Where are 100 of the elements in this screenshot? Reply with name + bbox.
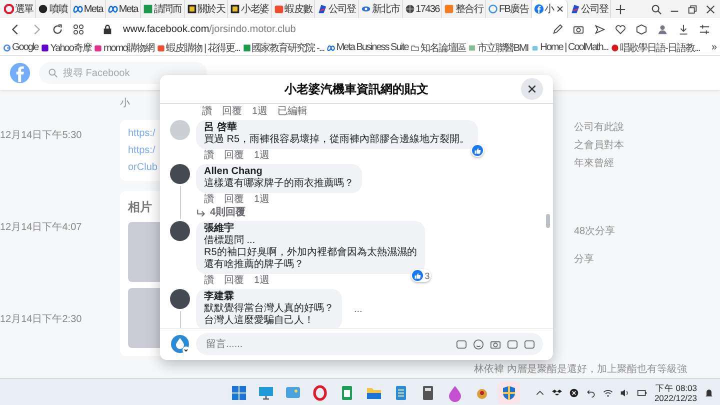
site-icon — [611, 44, 620, 52]
close-icon[interactable] — [527, 84, 537, 94]
address-field[interactable]: www.facebook.com/jorsindo.motor.club — [123, 24, 296, 34]
more-bookmarks-button[interactable]: » — [711, 42, 717, 53]
bookmark-link[interactable]: 唱歌學日語-日語教... — [611, 40, 700, 54]
grid-icon[interactable] — [73, 24, 84, 34]
bookmark-link[interactable]: Yahoo奇摩 — [41, 40, 92, 54]
avatar-photo[interactable] — [170, 289, 190, 309]
volume-icon[interactable] — [620, 388, 630, 398]
camera-icon[interactable] — [490, 338, 501, 350]
send-icon[interactable] — [594, 24, 605, 34]
camera-icon[interactable] — [573, 24, 584, 34]
site-icon — [534, 4, 544, 14]
notification-icon[interactable] — [704, 388, 714, 398]
search-icon — [48, 68, 58, 78]
comment-author[interactable]: 張維宇 — [204, 223, 417, 235]
reaction-badge[interactable]: 3 — [410, 269, 431, 282]
like-icon — [472, 145, 483, 156]
bookmark-link[interactable]: Home | CoolMath... — [531, 42, 608, 53]
site-icon — [444, 4, 454, 14]
comment-text: 這樣還有哪家牌子的雨衣推薦嗎？ — [204, 178, 354, 190]
avatar-photo[interactable] — [170, 221, 190, 241]
comment-author[interactable]: 李建霖 — [204, 291, 334, 303]
comment-action[interactable]: 1週 — [252, 106, 268, 118]
more-options-button[interactable]: ... — [354, 304, 362, 315]
cube-icon[interactable] — [636, 24, 647, 34]
bookmark-link[interactable]: momo購物網 — [94, 40, 154, 54]
site-icon — [570, 4, 580, 14]
close-icon[interactable] — [705, 4, 716, 14]
clock-time[interactable]: 下午 08:03 — [655, 382, 697, 392]
share-count: 48次分享 — [574, 224, 616, 238]
reload-icon[interactable] — [52, 24, 63, 34]
settings-icon[interactable] — [699, 24, 710, 34]
site-icon — [108, 4, 118, 14]
comment-author[interactable]: Allen Chang — [204, 166, 354, 178]
comment-action[interactable]: 讚 — [204, 275, 214, 287]
download-icon[interactable] — [678, 24, 689, 34]
windows-logo-icon — [230, 384, 248, 402]
site-icon — [404, 4, 415, 14]
close-circle-icon[interactable] — [569, 388, 580, 398]
site-icon — [274, 4, 284, 14]
site-icon — [468, 44, 476, 52]
comment-action[interactable]: 1週 — [254, 194, 270, 206]
comment-text: 買過 R5，雨褲很容易壞掉，從雨褲內部膠合邊線地方裂開。 — [204, 134, 470, 146]
comment-action[interactable]: 讚 — [202, 106, 212, 118]
bookmark-link[interactable]: 知名論壇區 — [411, 40, 466, 54]
post-text: 公司有此說 — [574, 120, 625, 134]
bookmark-link[interactable]: 蝦皮購物 | 花得更... — [157, 40, 240, 54]
close-icon[interactable] — [554, 4, 565, 14]
comment-action[interactable]: 回覆 — [224, 194, 244, 206]
profile-icon[interactable] — [657, 24, 668, 34]
emoji-icon[interactable] — [473, 338, 484, 350]
restore-icon[interactable] — [687, 4, 698, 14]
comment-action[interactable]: 已編輯 — [278, 106, 308, 118]
profile-avatar-icon[interactable] — [170, 334, 190, 354]
site-icon — [157, 44, 166, 52]
comment-text: 借標題問 ... — [204, 235, 256, 246]
page-name: 小 — [120, 96, 131, 110]
site-icon — [360, 4, 371, 14]
box-icon[interactable] — [552, 388, 562, 398]
comment-action[interactable]: 回覆 — [224, 275, 244, 287]
comment-action[interactable]: 1週 — [254, 275, 270, 287]
site-icon — [38, 4, 48, 14]
comment-text: 還有啥推薦的牌子嗎？ — [204, 259, 305, 271]
undo-icon[interactable] — [586, 388, 596, 398]
site-icon — [242, 44, 251, 52]
battery-icon[interactable] — [637, 388, 648, 398]
close-button[interactable] — [521, 78, 543, 100]
section-title: 相片 — [128, 199, 152, 216]
bookmark-link[interactable]: 國家教育研究院 -... — [242, 40, 324, 54]
dialog-title: 小老婆汽機車資訊網的貼文 — [284, 80, 428, 98]
heart-icon[interactable] — [615, 24, 626, 34]
site-icon — [327, 44, 336, 52]
avatar-photo[interactable] — [170, 164, 190, 184]
bookmark-link[interactable]: Meta Business Suite — [327, 42, 408, 53]
taskbar-app[interactable] — [498, 382, 520, 404]
bookmark-link[interactable]: 市立聯醫BMI — [468, 40, 528, 54]
comment-text: 台灣人這麼愛騙自己人！ — [204, 315, 315, 327]
browser-tab[interactable]: 小 — [532, 0, 568, 18]
site-icon — [186, 4, 197, 14]
comment-action[interactable]: 回覆 — [224, 150, 244, 162]
comment-action[interactable]: 讚 — [204, 194, 214, 206]
post-text: 年來曾經 — [574, 156, 615, 170]
comment-action[interactable]: 回覆 — [222, 106, 242, 118]
timestamp: 12月14日下午4:07 — [0, 221, 83, 234]
bookmark-link[interactable]: Google — [3, 42, 38, 53]
reaction-badge[interactable] — [470, 144, 484, 157]
view-replies-link[interactable]: 4則回覆 — [196, 207, 362, 219]
new-tab-icon[interactable] — [615, 4, 626, 14]
site-icon — [317, 4, 328, 14]
wifi-icon[interactable] — [603, 388, 614, 398]
comment-author[interactable]: 呂 啓華 — [204, 122, 470, 134]
comment-action[interactable]: 1週 — [254, 150, 270, 162]
timestamp: 12月14日下午5:30 — [0, 129, 83, 142]
edit-icon[interactable] — [552, 24, 563, 34]
post-text: 之會員對本 — [574, 138, 625, 152]
search-icon[interactable] — [651, 4, 662, 14]
clock-date[interactable]: 2022/12/23 — [654, 392, 697, 402]
comment-field[interactable]: 留言...... — [196, 333, 543, 355]
comment-action[interactable]: 讚 — [204, 150, 214, 162]
